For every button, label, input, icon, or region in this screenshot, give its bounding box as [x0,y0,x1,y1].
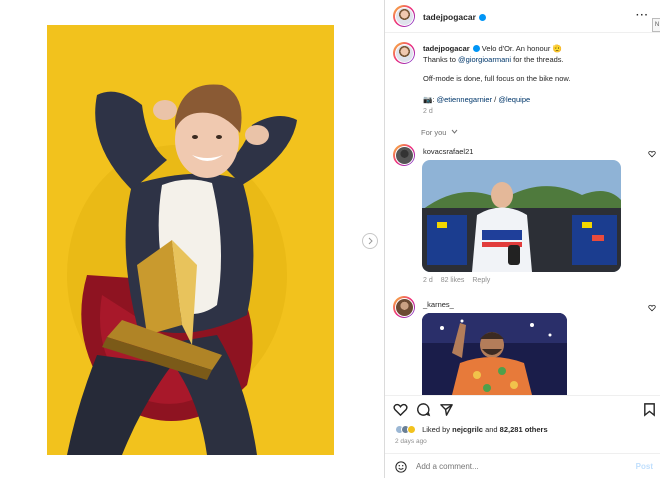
photo-illustration [47,25,334,455]
verified-icon [472,45,480,52]
reply-button[interactable]: Reply [472,277,490,284]
comment-media-image [422,313,567,395]
camera-emoji: 📷: [423,95,437,104]
caption-text: Velo d'Or. An honour [481,44,553,53]
commenter-username[interactable]: kovacsrafael21 [423,147,473,156]
caption-text: Thanks to [423,55,459,64]
likes-count[interactable]: 82,281 others [500,425,548,434]
photo-credit: 📷: @etiennegarnier / @lequipe [423,94,530,105]
media-pane [0,0,384,478]
author-username-text[interactable]: tadejpogacar [423,12,476,22]
liked-by: Liked by nejcgrilc and 82,281 others [395,425,548,434]
post-header: tadejpogacar ··· N [385,0,660,33]
commenter-avatar[interactable] [393,144,415,166]
mention-link[interactable]: @lequipe [498,95,530,104]
caption-username[interactable]: tadejpogacar [423,44,470,53]
comment-media[interactable] [422,160,621,272]
mention-link[interactable]: @giorgioarmani [458,55,511,64]
post-age: 2 d [423,108,433,115]
next-photo-button[interactable] [362,233,378,249]
instagram-post-view: tadejpogacar ··· N tadejpogacar Velo d'O… [0,0,660,478]
more-icon[interactable]: ··· [636,10,649,21]
caption-line-1: tadejpogacar Velo d'Or. An honour 🫡 [423,43,562,54]
comment-media-image [422,160,621,272]
liker-avatar [407,425,416,434]
comment-meta: 2 d 82 likes Reply [423,277,490,284]
comment-media[interactable] [422,313,567,395]
caption-avatar[interactable] [393,42,415,64]
author-username[interactable]: tadejpogacar [423,12,486,22]
share-icon[interactable] [439,402,454,417]
mention-link[interactable]: @etiennegarnier [437,95,493,104]
emoji-icon[interactable] [395,461,407,473]
chevron-down-icon [451,129,457,134]
comment-icon[interactable] [416,402,431,417]
comment-input[interactable] [416,462,596,471]
heart-icon[interactable] [648,150,656,158]
caption-text: for the threads. [511,55,564,64]
author-avatar[interactable] [393,5,415,27]
salute-emoji: 🫡 [552,44,562,53]
verified-icon [478,14,486,21]
likes-middle: and [482,425,500,434]
liker-username[interactable]: nejcgrilc [452,425,483,434]
post-date: 2 days ago [395,438,427,445]
chevron-right-icon [368,237,373,245]
caption-line-3: Off-mode is done, full focus on the bike… [423,74,571,83]
add-comment-bar: Post [385,453,660,478]
comments-filter-label[interactable]: For you [421,128,446,137]
comments-filter-dropdown[interactable]: For you [421,128,458,137]
heart-icon[interactable] [648,304,656,312]
post-comment-button[interactable]: Post [636,462,653,471]
caption-line-2: Thanks to @giorgioarmani for the threads… [423,54,564,65]
post-side-panel: tadejpogacar ··· N tadejpogacar Velo d'O… [384,0,660,478]
comment-likes[interactable]: 82 likes [441,277,465,284]
likes-prefix: Liked by [422,425,453,434]
post-photo[interactable] [47,25,334,455]
commenter-username[interactable]: _karnes_ [423,300,454,309]
comment-age: 2 d [423,277,433,284]
action-bar [385,396,660,426]
commenter-avatar[interactable] [393,296,415,318]
tooltip-tab: N [652,18,660,32]
bookmark-icon[interactable] [642,402,657,417]
heart-icon[interactable] [393,402,408,417]
